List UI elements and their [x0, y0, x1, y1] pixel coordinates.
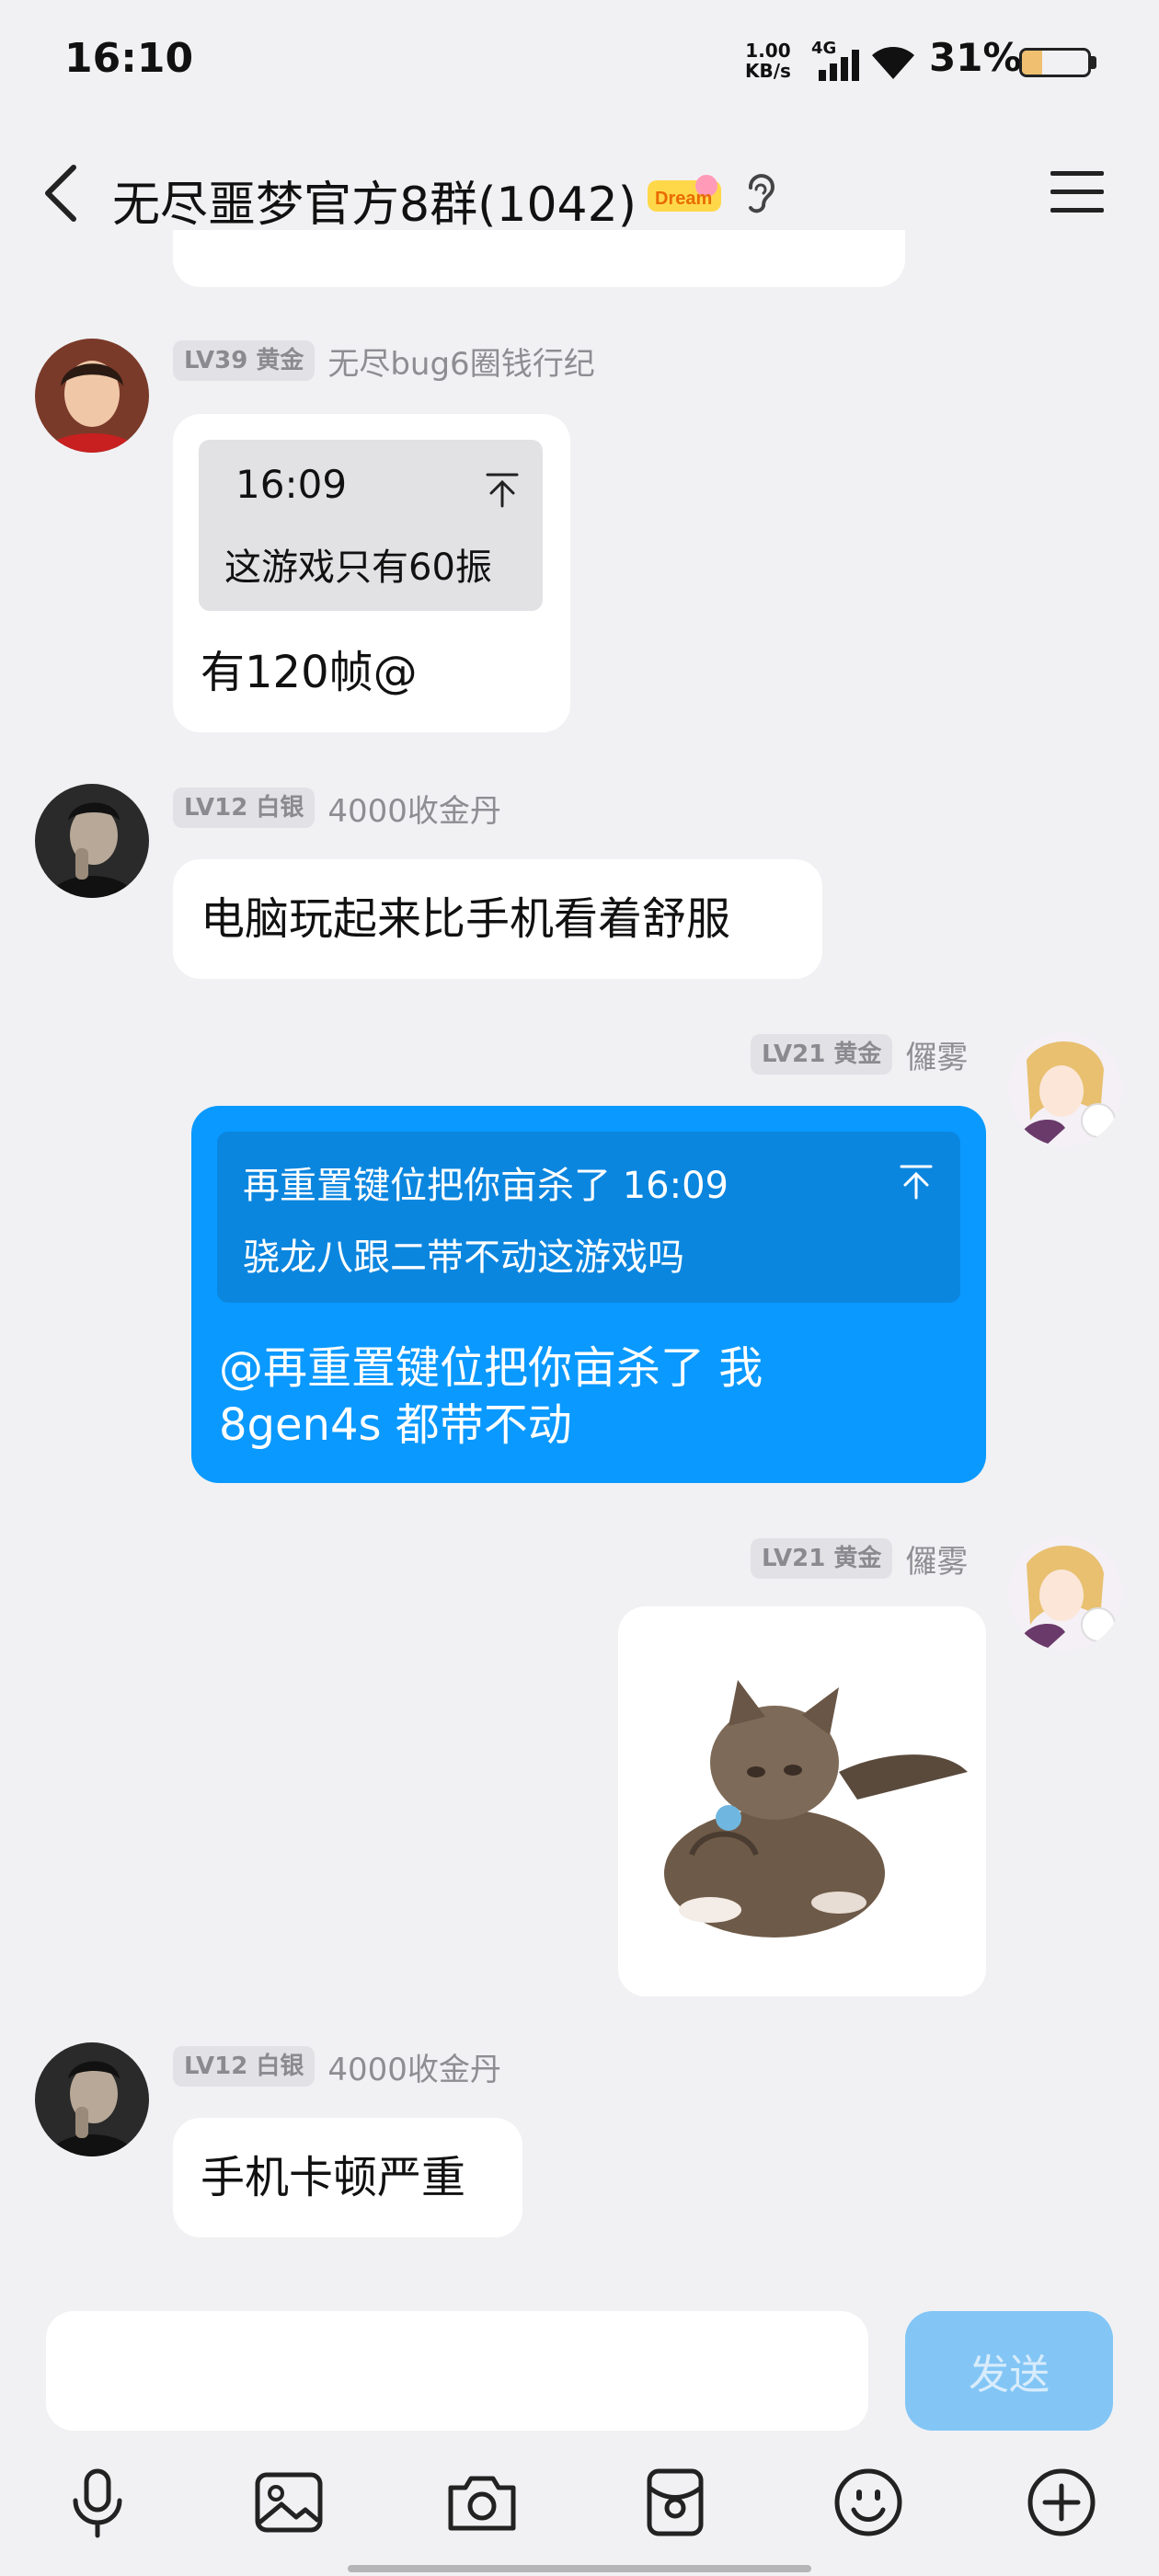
battery-tip	[1091, 56, 1096, 69]
message-bubble[interactable]: 电脑玩起来比手机看着舒服	[173, 859, 822, 979]
message-meta: LV12 白银 4000收金丹	[173, 2044, 501, 2089]
send-button[interactable]: 发送	[905, 2311, 1113, 2431]
home-indicator[interactable]	[348, 2565, 811, 2572]
quote-time: 16:09	[235, 462, 348, 507]
hamburger-menu-icon[interactable]	[1049, 167, 1106, 217]
message-bubble[interactable]: 手机卡顿严重	[173, 2118, 522, 2237]
my-message-bubble[interactable]: 再重置键位把你亩杀了 16:09 骁龙八跟二带不动这游戏吗 @再重置键位把你亩杀…	[191, 1106, 986, 1483]
nickname[interactable]: 4000收金丹	[327, 786, 501, 831]
emoji-icon[interactable]	[832, 2466, 905, 2539]
quote-head: 再重置键位把你亩杀了 16:09	[243, 1165, 729, 1207]
message-input[interactable]	[46, 2311, 868, 2431]
jump-to-quote-icon[interactable]	[898, 1163, 935, 1200]
message-text: 电脑玩起来比手机看着舒服	[201, 893, 731, 945]
game-logo-icon[interactable]: Dream	[646, 175, 723, 215]
net-speed: 1.00 KB/s	[745, 40, 791, 82]
nickname[interactable]: 儸雾	[905, 1536, 968, 1581]
microphone-icon[interactable]	[61, 2466, 134, 2539]
avatar[interactable]	[35, 784, 149, 898]
jump-to-quote-icon[interactable]	[484, 471, 521, 508]
message-meta: LV12 白银 4000收金丹	[173, 786, 501, 831]
level-badge: LV39 黄金	[173, 340, 316, 381]
quoted-reply[interactable]: 再重置键位把你亩杀了 16:09 骁龙八跟二带不动这游戏吗	[217, 1132, 960, 1303]
sticker-bubble[interactable]	[618, 1606, 986, 1996]
group-title[interactable]: 无尽噩梦官方8群(1042)	[112, 166, 637, 235]
avatar[interactable]	[35, 2042, 149, 2156]
message-text-line-2: 8gen4s 都带不动	[219, 1399, 572, 1451]
message-meta: LV21 黄金 儸雾	[751, 1536, 968, 1581]
status-time: 16:10	[64, 35, 194, 82]
nickname[interactable]: 儸雾	[905, 1032, 968, 1077]
composer: 发送	[0, 2291, 1159, 2576]
back-arrow-icon[interactable]	[39, 164, 85, 223]
status-bar: 16:10 1.00 KB/s 4G 31%	[0, 0, 1159, 129]
message-meta: LV21 黄金 儸雾	[751, 1032, 968, 1077]
quoted-reply[interactable]: 16:09 这游戏只有60振	[199, 440, 543, 611]
level-badge: LV21 黄金	[751, 1034, 893, 1075]
nickname[interactable]: 4000收金丹	[327, 2044, 501, 2089]
wifi-icon	[872, 47, 914, 79]
battery-icon	[1019, 48, 1091, 77]
message-meta: LV39 黄金 无尽bug6圈钱行纪	[173, 339, 595, 384]
quote-text: 这游戏只有60振	[224, 546, 492, 589]
avatar[interactable]	[35, 339, 149, 453]
quote-text: 骁龙八跟二带不动这游戏吗	[243, 1236, 684, 1279]
message-text: 有120帧@	[201, 647, 418, 698]
kitten-sticker-image[interactable]	[618, 1606, 986, 1996]
red-packet-icon[interactable]	[638, 2466, 712, 2539]
previous-message-bubble	[173, 230, 905, 287]
level-badge: LV21 黄金	[751, 1538, 893, 1579]
avatar[interactable]	[1008, 1032, 1122, 1146]
signal-icon	[819, 50, 859, 81]
message-bubble[interactable]: 16:09 这游戏只有60振 有120帧@	[173, 414, 570, 732]
battery-percent: 31%	[929, 35, 1022, 80]
level-badge: LV12 白银	[173, 788, 316, 828]
svg-text:Dream: Dream	[655, 189, 712, 209]
camera-icon[interactable]	[445, 2466, 519, 2539]
level-badge: LV12 白银	[173, 2046, 316, 2087]
message-text-line-1: @再重置键位把你亩杀了 我	[219, 1342, 763, 1394]
ear-icon[interactable]	[741, 171, 778, 219]
nickname[interactable]: 无尽bug6圈钱行纪	[327, 339, 594, 384]
image-icon[interactable]	[252, 2466, 326, 2539]
avatar[interactable]	[1008, 1536, 1122, 1650]
message-text: 手机卡顿严重	[201, 2152, 466, 2203]
plus-icon[interactable]	[1025, 2466, 1098, 2539]
